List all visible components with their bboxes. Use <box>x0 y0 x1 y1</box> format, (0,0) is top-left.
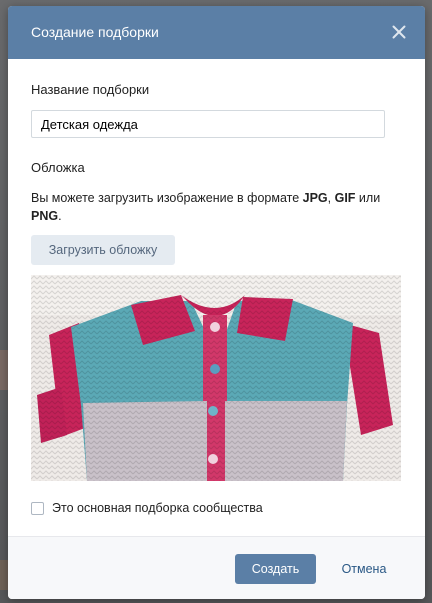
cover-format-hint: Вы можете загрузить изображение в формат… <box>31 189 403 225</box>
collection-name-label: Название подборки <box>31 82 150 97</box>
cover-image <box>31 275 401 481</box>
main-collection-checkbox-label[interactable]: Это основная подборка сообщества <box>52 501 263 515</box>
modal-footer: Создать Отмена <box>8 536 425 599</box>
create-collection-modal: Создание подборки Название подборки Обло… <box>8 6 425 599</box>
cover-label: Обложка <box>31 160 85 175</box>
upload-cover-button[interactable]: Загрузить обложку <box>31 235 175 265</box>
hint-comma: , <box>327 191 335 205</box>
hint-end: . <box>58 209 62 223</box>
modal-header: Создание подборки <box>8 6 425 59</box>
close-icon <box>392 25 406 39</box>
create-button[interactable]: Создать <box>235 554 316 584</box>
hint-or: или <box>355 191 381 205</box>
close-button[interactable] <box>387 20 411 44</box>
hint-text: Вы можете загрузить изображение в формат… <box>31 191 303 205</box>
collection-name-input[interactable] <box>31 110 385 138</box>
modal-title: Создание подборки <box>31 24 159 40</box>
cover-photo <box>31 275 401 481</box>
hint-format-jpg: JPG <box>302 191 328 205</box>
hint-format-png: PNG <box>31 209 59 223</box>
main-collection-checkbox[interactable] <box>31 502 44 515</box>
hint-format-gif: GIF <box>334 191 356 205</box>
cancel-button[interactable]: Отмена <box>328 554 400 584</box>
